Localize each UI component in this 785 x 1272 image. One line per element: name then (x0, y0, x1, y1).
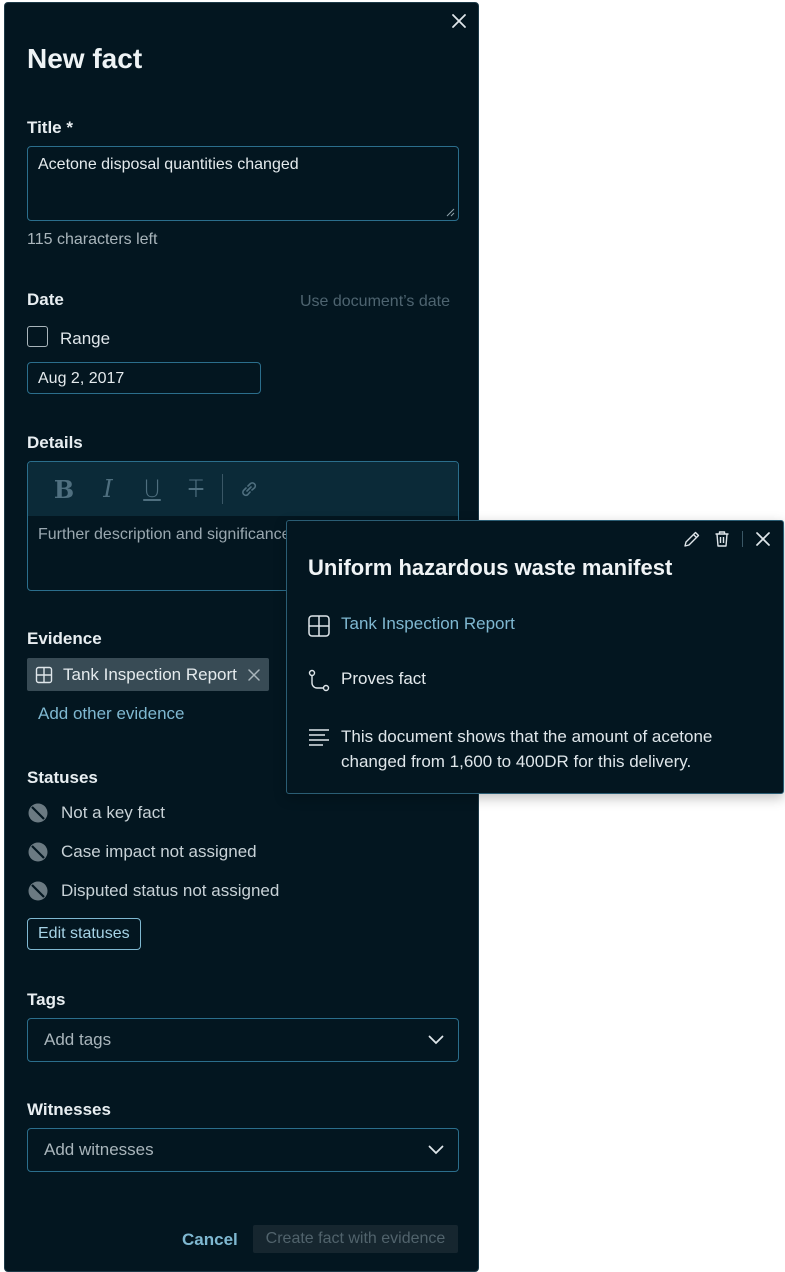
document-link[interactable]: Tank Inspection Report (341, 614, 515, 634)
title-label: Title * (27, 118, 73, 137)
relation-icon (308, 669, 330, 692)
resize-grip-icon[interactable] (445, 207, 455, 217)
edit-statuses-button[interactable]: Edit statuses (27, 918, 141, 950)
document-row[interactable]: Tank Inspection Report (307, 614, 515, 638)
title-input-value: Acetone disposal quantities changed (38, 156, 299, 173)
status-item: Case impact not assigned (27, 841, 257, 863)
bold-icon[interactable]: B (42, 469, 86, 509)
link-icon[interactable] (227, 469, 271, 509)
range-checkbox[interactable] (27, 326, 48, 347)
italic-icon[interactable]: I (86, 469, 130, 509)
close-icon[interactable] (450, 12, 468, 30)
details-label: Details (27, 433, 83, 452)
evidence-chip-label: Tank Inspection Report (63, 664, 237, 684)
not-assigned-icon (28, 881, 48, 901)
description-text: This document shows that the amount of a… (341, 727, 713, 771)
status-item: Not a key fact (27, 802, 165, 824)
status-item: Disputed status not assigned (27, 880, 279, 902)
toolbar-divider (222, 474, 223, 504)
date-label: Date (27, 290, 64, 309)
popover-title: Uniform hazardous waste manifest (308, 555, 673, 580)
description-row: This document shows that the amount of a… (307, 726, 751, 774)
evidence-chip[interactable]: Tank Inspection Report (27, 658, 269, 691)
underline-icon[interactable]: U (130, 469, 174, 509)
witnesses-select[interactable]: Add witnesses (27, 1128, 459, 1172)
relation-row: Proves fact (307, 669, 426, 693)
not-assigned-icon (28, 803, 48, 823)
status-label: Not a key fact (61, 803, 165, 822)
relation-label: Proves fact (341, 669, 427, 688)
strikethrough-icon[interactable]: T (174, 469, 218, 509)
date-input[interactable]: Aug 2, 2017 (27, 362, 261, 394)
formatting-toolbar: B I U T (28, 462, 458, 516)
text-lines-icon (309, 729, 329, 746)
statuses-label: Statuses (27, 768, 98, 787)
witnesses-placeholder: Add witnesses (44, 1140, 154, 1159)
chevron-down-icon (428, 1145, 444, 1155)
status-label: Disputed status not assigned (61, 881, 280, 900)
panel-title: New fact (27, 43, 143, 74)
not-assigned-icon (28, 842, 48, 862)
range-label: Range (60, 329, 111, 348)
close-icon[interactable] (753, 529, 773, 549)
use-document-date-link[interactable]: Use document’s date (300, 293, 450, 311)
edit-icon[interactable] (682, 529, 702, 549)
tags-select[interactable]: Add tags (27, 1018, 459, 1062)
witnesses-label: Witnesses (27, 1100, 111, 1119)
title-input[interactable]: Acetone disposal quantities changed (27, 146, 459, 221)
delete-icon[interactable] (712, 529, 732, 549)
popover-actions (682, 529, 773, 549)
table-icon (308, 615, 330, 637)
tags-placeholder: Add tags (44, 1030, 112, 1049)
evidence-label: Evidence (27, 629, 102, 648)
add-other-evidence-link[interactable]: Add other evidence (38, 704, 185, 724)
characters-left-hint: 115 characters left (27, 231, 158, 248)
table-icon (35, 666, 53, 683)
create-fact-button[interactable]: Create fact with evidence (253, 1225, 458, 1253)
status-label: Case impact not assigned (61, 842, 257, 861)
evidence-popover: Uniform hazardous waste manifest Tank In… (286, 520, 784, 794)
cancel-button[interactable]: Cancel (182, 1230, 238, 1250)
remove-icon[interactable] (247, 668, 261, 682)
tags-label: Tags (27, 990, 66, 1009)
divider (742, 531, 743, 547)
chevron-down-icon (428, 1035, 444, 1045)
